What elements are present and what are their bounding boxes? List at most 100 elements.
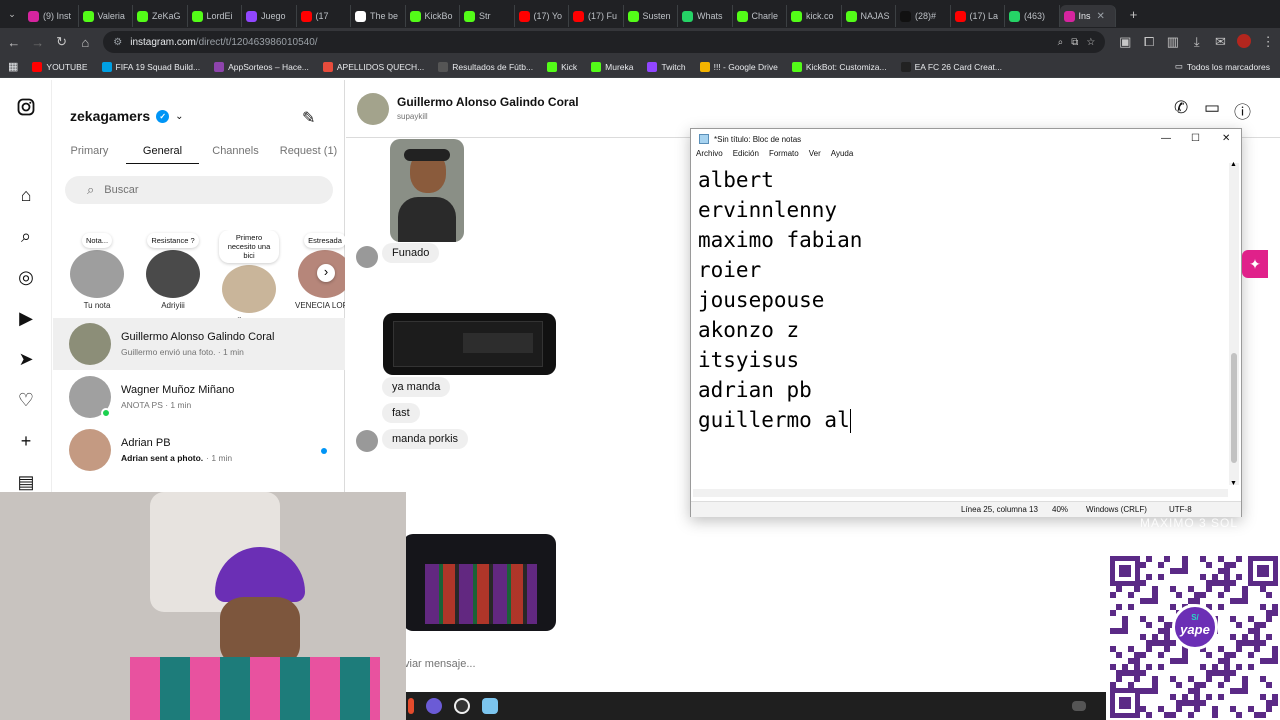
create-plus-icon[interactable]: + — [15, 430, 37, 452]
notepad-menu-item[interactable]: Archivo — [696, 149, 723, 163]
received-photo[interactable] — [390, 139, 464, 242]
extensions-puzzle-icon[interactable]: ⧠ — [1137, 34, 1161, 50]
inbox-tab[interactable]: Channels — [199, 142, 272, 164]
browser-tab[interactable]: Charle — [733, 5, 787, 27]
notepad-text-area[interactable]: albert ervinnlenny maximo fabian roier jouse… — [698, 165, 1223, 485]
browser-tab[interactable]: (17) La — [951, 5, 1005, 27]
chat-avatar[interactable] — [357, 93, 389, 125]
inbox-tab[interactable]: General — [126, 142, 199, 164]
notes-next-icon[interactable]: › — [317, 264, 335, 282]
sender-avatar[interactable] — [356, 246, 378, 268]
browser-tab[interactable]: ZeKaG — [133, 5, 188, 27]
back-icon[interactable]: ← — [2, 35, 26, 50]
notepad-menu-item[interactable]: Ayuda — [831, 149, 854, 163]
chat-contact-name[interactable]: Guillermo Alonso Galindo Coral — [397, 95, 579, 109]
search-nav-icon[interactable]: ⌕ — [15, 225, 37, 247]
video-call-icon[interactable]: ▭ — [1204, 98, 1220, 118]
taskbar-notepad-icon[interactable] — [482, 698, 498, 714]
download-icon[interactable]: ⤓ — [1185, 34, 1209, 50]
notifications-heart-icon[interactable]: ♡ — [15, 389, 37, 411]
bookmark-item[interactable]: AppSorteos – Hace... — [214, 61, 309, 72]
bookmark-item[interactable]: !!! - Google Drive — [699, 61, 778, 72]
received-screenshot[interactable] — [403, 534, 556, 631]
all-bookmarks-folder[interactable]: ▭ Todos los marcadores — [1175, 61, 1270, 72]
dashboard-icon[interactable]: ▤ — [15, 471, 37, 493]
browser-tab[interactable]: (463) — [1005, 5, 1060, 27]
conversation-item[interactable]: Wagner Muñoz Miñano ANOTA PS · 1 min — [53, 371, 345, 423]
note-item[interactable]: Nota... Tu nota — [67, 230, 127, 310]
browser-tab[interactable]: (28)# — [896, 5, 951, 27]
note-item[interactable]: Primero necesito una bicimilenaxgg — [219, 230, 279, 320]
bookmark-star-icon[interactable]: ☆ — [1086, 37, 1095, 48]
browser-tab[interactable]: (17 — [297, 5, 351, 27]
bookmark-item[interactable]: APELLIDOS QUECH... — [322, 61, 424, 72]
tab-close-icon[interactable]: ✕ — [1097, 11, 1105, 22]
info-icon[interactable]: ⓘ — [1234, 98, 1251, 123]
mail-icon[interactable]: ✉ — [1209, 34, 1233, 50]
browser-tab[interactable]: NAJAS — [842, 5, 896, 27]
account-switcher[interactable]: zekagamers ✓ ⌄ — [70, 108, 184, 124]
browser-tab[interactable]: Juego — [242, 5, 297, 27]
address-bar[interactable]: ⚙ instagram.com/direct/t/120463986010540… — [103, 31, 1106, 53]
browser-tab[interactable]: Valeria — [79, 5, 133, 27]
close-icon[interactable]: ✕ — [1222, 133, 1230, 144]
browser-tab[interactable]: The be — [351, 5, 406, 27]
site-info-icon[interactable]: ⚙ — [113, 37, 122, 48]
sidepanel-icon[interactable]: ▥ — [1161, 34, 1185, 50]
reels-icon[interactable]: ▶ — [15, 307, 37, 329]
browser-tab[interactable]: Susten — [624, 5, 678, 27]
taskbar-tray-icon[interactable] — [1072, 701, 1086, 711]
scrollbar-thumb[interactable] — [1231, 353, 1237, 463]
browser-tab[interactable]: KickBo — [406, 5, 460, 27]
scroll-up-icon[interactable]: ▲ — [1230, 161, 1237, 168]
taskbar-obs-icon[interactable] — [454, 698, 470, 714]
bookmark-item[interactable]: Twitch — [647, 61, 686, 72]
browser-tab[interactable]: kick.co — [787, 5, 842, 27]
inbox-tab[interactable]: Request (1) — [272, 142, 345, 164]
bookmark-item[interactable]: Resultados de Fútb... — [438, 61, 533, 72]
conversation-item[interactable]: Guillermo Alonso Galindo Coral Guillermo … — [53, 318, 345, 370]
notepad-menu-item[interactable]: Formato — [769, 149, 799, 163]
taskbar-chrome-icon[interactable] — [426, 698, 442, 714]
inbox-tab[interactable]: Primary — [53, 142, 126, 164]
extension-icon[interactable]: ▣ — [1113, 34, 1137, 50]
page-side-badge-icon[interactable]: ✦ — [1242, 250, 1268, 278]
forward-icon[interactable]: → — [26, 35, 50, 50]
horizontal-scrollbar[interactable] — [693, 489, 1228, 497]
bookmark-item[interactable]: KickBot: Customiza... — [791, 61, 887, 72]
install-icon[interactable]: ⧉ — [1071, 37, 1078, 48]
notepad-menu-item[interactable]: Edición — [733, 149, 759, 163]
browser-tab[interactable]: Whats — [678, 5, 733, 27]
messages-paper-plane-icon[interactable]: ➤ — [15, 348, 37, 370]
audio-call-icon[interactable]: ✆ — [1174, 98, 1188, 118]
minimize-icon[interactable]: — — [1161, 133, 1171, 144]
sender-avatar[interactable] — [356, 430, 378, 452]
received-screenshot[interactable] — [383, 313, 556, 375]
reload-icon[interactable]: ↻ — [50, 34, 74, 50]
vertical-scrollbar[interactable]: ▲ ▼ — [1229, 161, 1239, 487]
tab-search-icon[interactable]: ⌄ — [0, 9, 24, 20]
bookmark-item[interactable]: Kick — [547, 61, 577, 72]
maximize-icon[interactable]: ☐ — [1191, 133, 1200, 144]
scroll-down-icon[interactable]: ▼ — [1230, 480, 1237, 487]
search-input[interactable]: ⌕ Buscar — [65, 176, 333, 204]
taskbar-app-icon[interactable] — [408, 698, 414, 714]
profile-avatar[interactable] — [1232, 33, 1256, 51]
browser-tab[interactable]: LordEi — [188, 5, 242, 27]
conversation-item[interactable]: Adrian PB Adrian sent a photo. · 1 min — [53, 424, 345, 476]
message-input[interactable]: viar mensaje... — [404, 658, 476, 670]
bookmark-item[interactable]: EA FC 26 Card Creat... — [900, 61, 1002, 72]
notepad-titlebar[interactable]: *Sin título: Bloc de notas — [691, 129, 1241, 149]
instagram-logo-icon[interactable] — [15, 96, 37, 118]
bookmark-item[interactable]: YOUTUBE — [32, 61, 88, 72]
browser-tab[interactable]: (17) Fu — [569, 5, 624, 27]
bookmark-item[interactable]: Mureka — [591, 61, 633, 72]
explore-compass-icon[interactable]: ◎ — [15, 266, 37, 288]
notepad-menu-item[interactable]: Ver — [809, 149, 821, 163]
new-tab-icon[interactable]: + — [1122, 7, 1146, 22]
more-menu-icon[interactable]: ⋮ — [1256, 34, 1280, 50]
apps-grid-icon[interactable]: ▦ — [8, 60, 18, 73]
bookmark-item[interactable]: FIFA 19 Squad Build... — [101, 61, 200, 72]
home-icon[interactable]: ⌂ — [73, 35, 97, 50]
home-nav-icon[interactable]: ⌂ — [15, 184, 37, 206]
